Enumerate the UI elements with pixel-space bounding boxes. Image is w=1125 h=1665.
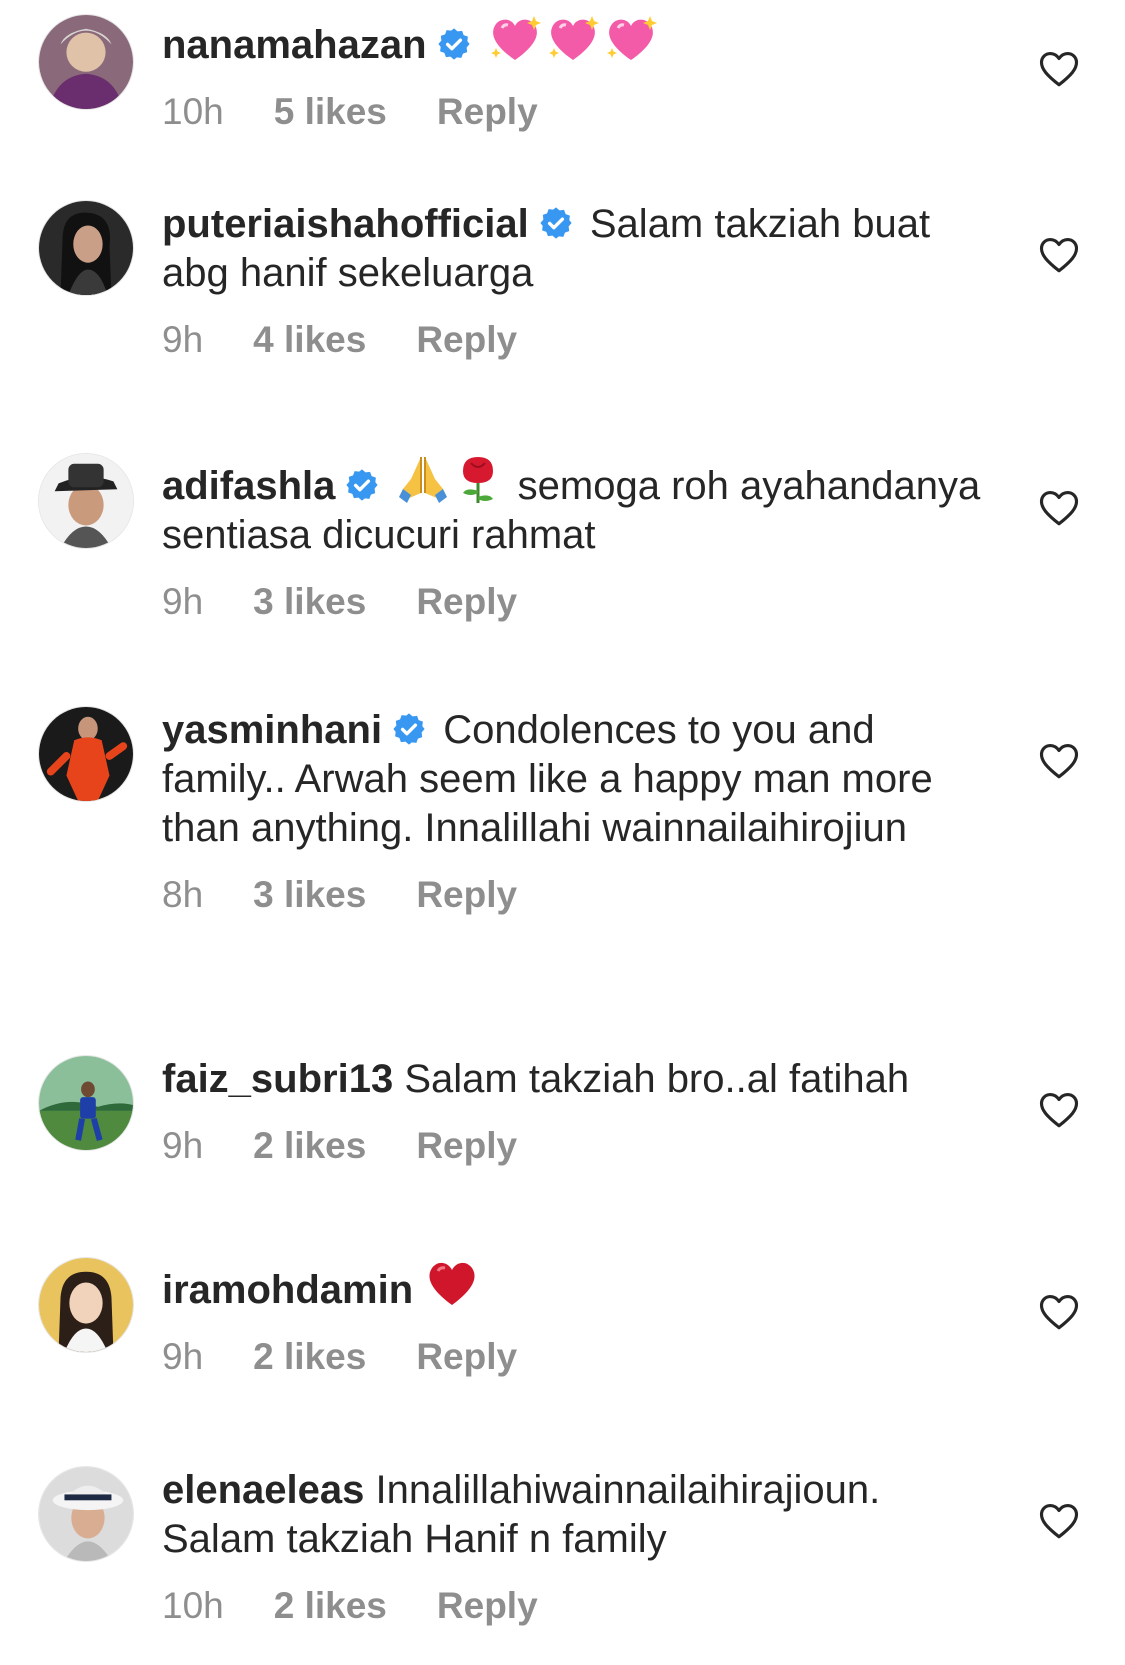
heart-outline-icon[interactable]: [1038, 48, 1080, 90]
comment-username[interactable]: faiz_subri13: [162, 1057, 393, 1101]
comment-username[interactable]: puteriaishahofficial: [162, 202, 529, 246]
comment-likes-count[interactable]: 4 likes: [253, 318, 366, 362]
comment-username[interactable]: nanamahazan: [162, 23, 427, 67]
heart-outline-icon[interactable]: [1038, 740, 1080, 782]
comment-timestamp: 8h: [162, 874, 204, 915]
avatar[interactable]: [38, 453, 134, 549]
avatar[interactable]: [38, 200, 134, 296]
avatar[interactable]: [38, 1257, 134, 1353]
heart-outline-icon[interactable]: [1038, 1089, 1080, 1131]
comment-meta: 8h 3 likes Reply: [162, 873, 992, 917]
avatar[interactable]: [38, 14, 134, 110]
comment-likes-count[interactable]: 2 likes: [274, 1584, 387, 1628]
comment-timestamp: 9h: [162, 581, 204, 622]
verified-badge-icon: [539, 206, 573, 240]
comment-username[interactable]: elenaeleas: [162, 1468, 364, 1512]
verified-badge-icon: [392, 712, 426, 746]
comment-meta: 9h 3 likes Reply: [162, 580, 992, 624]
avatar[interactable]: [38, 706, 134, 802]
folded-hands-emoji: [397, 453, 449, 505]
reply-button[interactable]: Reply: [416, 1335, 517, 1379]
reply-button[interactable]: Reply: [437, 90, 538, 134]
reply-button[interactable]: Reply: [437, 1584, 538, 1628]
comment-username[interactable]: adifashla: [162, 464, 335, 508]
comment-likes-count[interactable]: 5 likes: [274, 90, 387, 134]
comment-meta: 9h 2 likes Reply: [162, 1124, 992, 1168]
rose-emoji: [453, 453, 503, 505]
comment-timestamp: 9h: [162, 1336, 204, 1377]
sparkling-heart-emoji: [546, 14, 600, 64]
sparkling-heart-emoji: [488, 14, 542, 64]
comment-meta: 9h 4 likes Reply: [162, 318, 992, 362]
heart-outline-icon[interactable]: [1038, 1291, 1080, 1333]
verified-badge-icon: [437, 27, 471, 61]
reply-button[interactable]: Reply: [416, 1124, 517, 1168]
heart-outline-icon[interactable]: [1038, 487, 1080, 529]
comment-likes-count[interactable]: 3 likes: [253, 873, 366, 917]
red-heart-emoji: [424, 1257, 480, 1309]
avatar[interactable]: [38, 1055, 134, 1151]
sparkling-heart-emoji: [604, 14, 658, 64]
comment-likes-count[interactable]: 2 likes: [253, 1335, 366, 1379]
comment-text: Salam takziah bro..al fatihah: [404, 1057, 910, 1101]
verified-badge-icon: [345, 468, 379, 502]
reply-button[interactable]: Reply: [416, 873, 517, 917]
comment-timestamp: 9h: [162, 1125, 204, 1166]
reply-button[interactable]: Reply: [416, 580, 517, 624]
avatar[interactable]: [38, 1466, 134, 1562]
comment-timestamp: 10h: [162, 91, 224, 132]
comment-username[interactable]: yasminhani: [162, 708, 382, 752]
comment-meta: 9h 2 likes Reply: [162, 1335, 992, 1379]
comment-likes-count[interactable]: 2 likes: [253, 1124, 366, 1168]
reply-button[interactable]: Reply: [416, 318, 517, 362]
comment-likes-count[interactable]: 3 likes: [253, 580, 366, 624]
comment-meta: 10h 5 likes Reply: [162, 90, 992, 134]
heart-outline-icon[interactable]: [1038, 234, 1080, 276]
heart-outline-icon[interactable]: [1038, 1500, 1080, 1542]
comment-timestamp: 10h: [162, 1585, 224, 1626]
comment-meta: 10h 2 likes Reply: [162, 1584, 992, 1628]
comment-username[interactable]: iramohdamin: [162, 1268, 413, 1312]
comment-timestamp: 9h: [162, 319, 204, 360]
